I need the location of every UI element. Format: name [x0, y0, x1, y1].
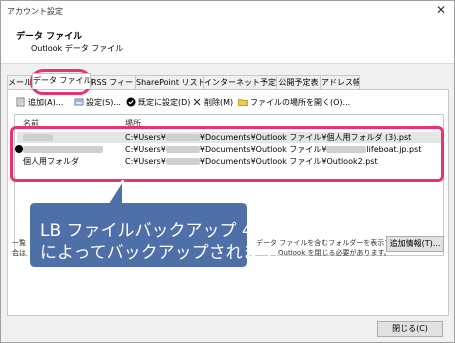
- add-file-icon: [16, 97, 26, 107]
- add-button-label: 追加(A)...: [28, 98, 64, 107]
- title-bar: アカウント設定 ✕: [1, 1, 454, 21]
- check-circle-icon: [126, 97, 136, 107]
- delete-button[interactable]: 削除(M): [192, 96, 233, 110]
- list-highlight-box: [10, 126, 444, 182]
- set-default-button[interactable]: 既定に設定(D): [126, 96, 190, 110]
- tab-internet-calendars[interactable]: インターネット予定表: [203, 75, 277, 89]
- tab-address-books[interactable]: アドレス帳: [320, 75, 360, 89]
- header-subtitle: Outlook データ ファイル: [31, 44, 124, 53]
- close-button[interactable]: 閉じる(C): [377, 321, 443, 337]
- callout-line2: によってバックアップされます。: [40, 243, 292, 263]
- delete-button-label: 削除(M): [204, 98, 234, 107]
- more-info-button[interactable]: 追加情報(T)...: [386, 236, 444, 252]
- footer-left-text: 一覧 合は: [12, 238, 26, 258]
- window-title: アカウント設定: [7, 7, 63, 16]
- tab-rss-feeds[interactable]: RSS フィード: [90, 75, 136, 89]
- dialog-header: データ ファイル Outlook データ ファイル: [1, 21, 454, 64]
- settings-button-label: 設定(S)...: [86, 98, 121, 107]
- footer-left-line2: 合は: [12, 249, 26, 257]
- header-title: データ ファイル: [16, 32, 83, 42]
- set-default-label: 既定に設定(D): [138, 98, 191, 107]
- settings-icon: [74, 97, 84, 107]
- close-icon[interactable]: ✕: [436, 3, 446, 17]
- callout-text: LB ファイルバックアップ 4 Pro によってバックアップされます。: [40, 220, 292, 264]
- open-location-label: ファイルの場所を開く(O)...: [250, 98, 351, 107]
- add-button[interactable]: 追加(A)...: [16, 96, 63, 110]
- tab-data-files[interactable]: データ ファイル: [32, 73, 91, 89]
- footer-left-line1: 一覧: [12, 239, 26, 247]
- delete-x-icon: [192, 97, 202, 107]
- folder-icon: [238, 97, 248, 107]
- callout-line1: LB ファイルバックアップ 4 Pro: [40, 221, 286, 241]
- settings-button[interactable]: 設定(S)...: [74, 96, 121, 110]
- tab-published-calendars[interactable]: 公開予定表: [276, 75, 321, 89]
- open-location-button[interactable]: ファイルの場所を開く(O)...: [238, 96, 350, 110]
- tab-sharepoint-lists[interactable]: SharePoint リスト: [135, 75, 204, 89]
